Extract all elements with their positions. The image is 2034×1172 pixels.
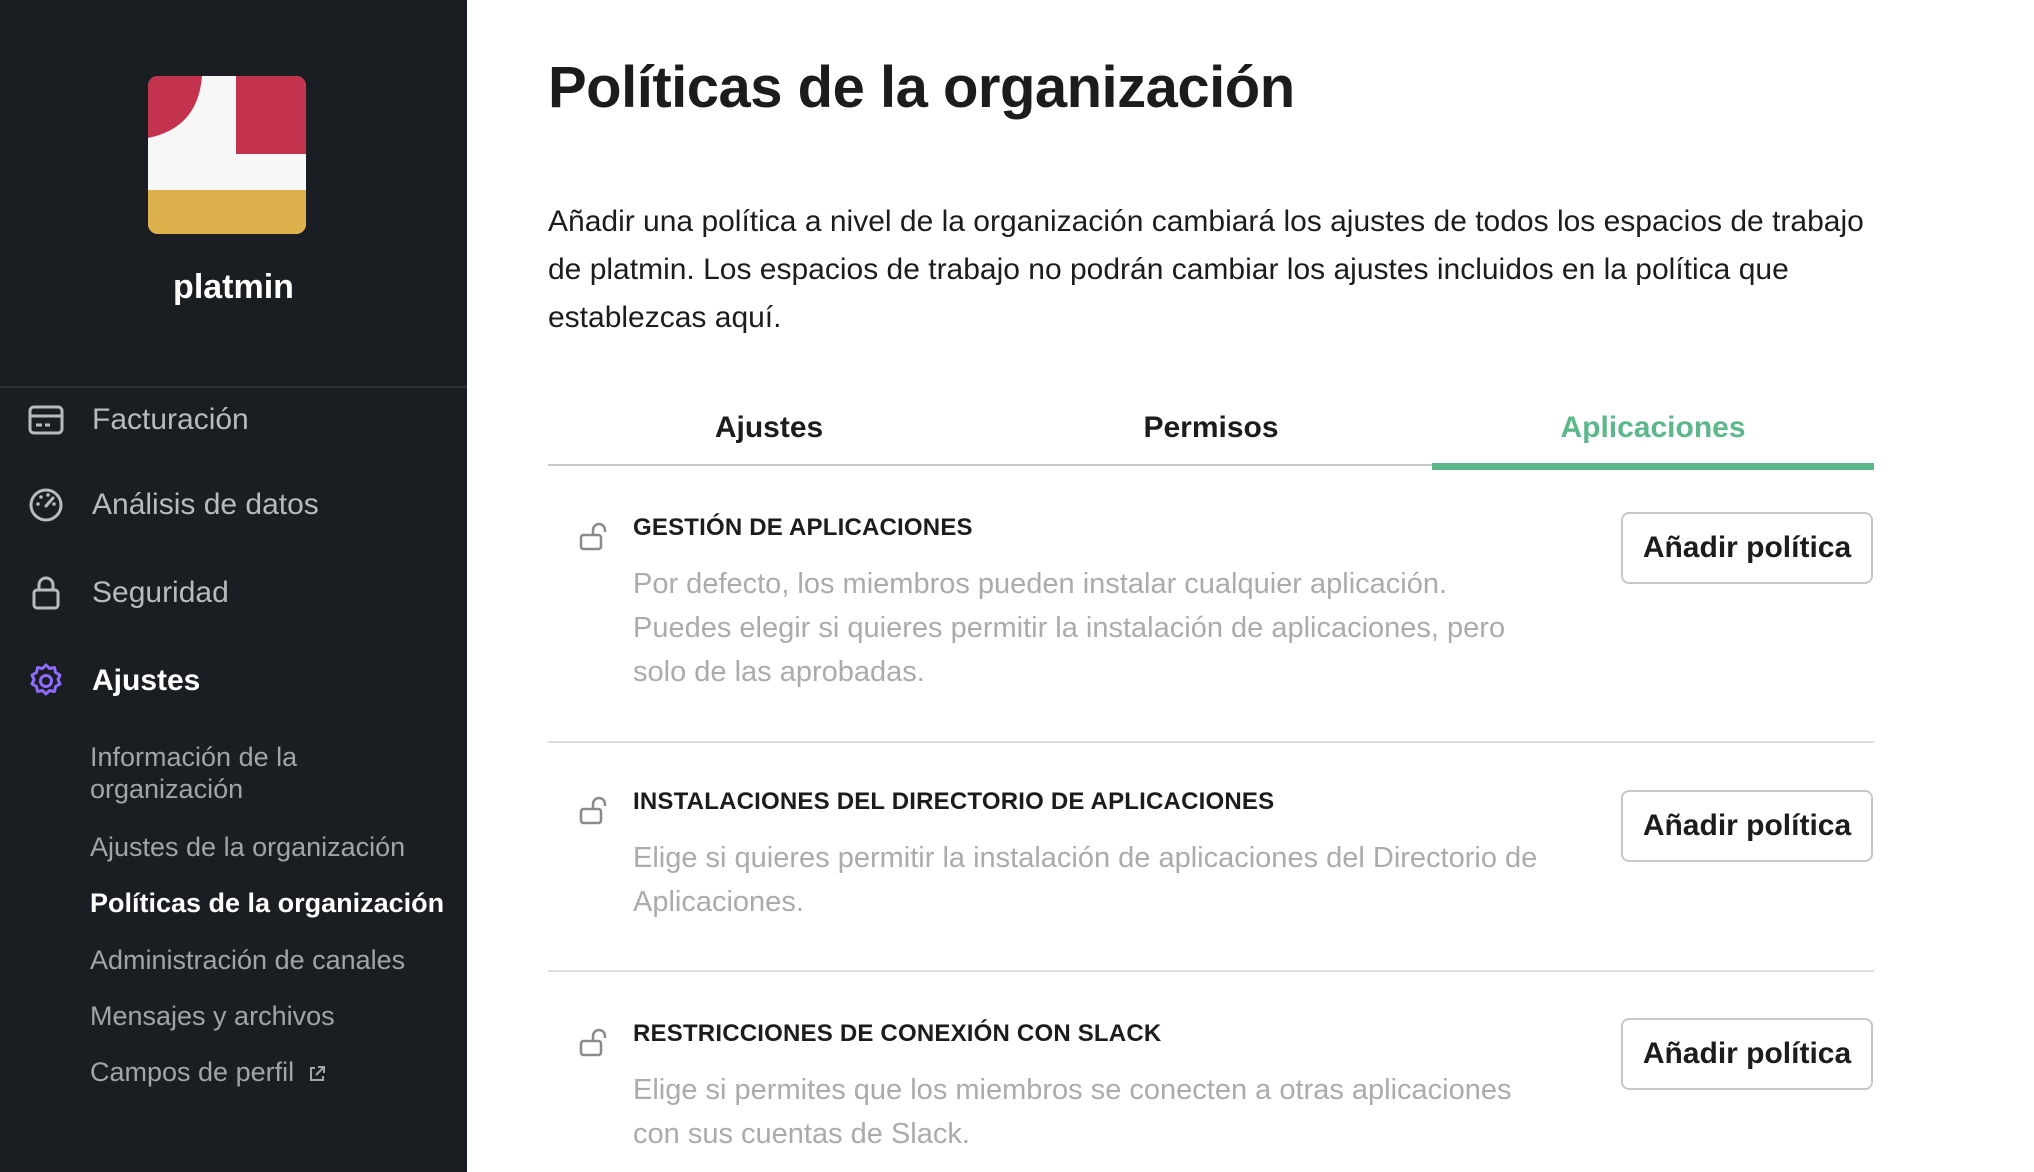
policy-row-slack-connection: RESTRICCIONES DE CONEXIÓN CON SLACK Elig… — [548, 1018, 1874, 1160]
subnav-profile-fields[interactable]: Campos de perfil — [90, 1056, 450, 1090]
policy-title: RESTRICCIONES DE CONEXIÓN CON SLACK — [633, 1020, 1162, 1047]
page-description: Añadir una política a nivel de la organi… — [548, 205, 1864, 334]
page-title: Políticas de la organización — [548, 55, 1295, 120]
subnav-profile-fields-label: Campos de perfil — [90, 1057, 295, 1087]
sidebar-item-analytics[interactable]: Análisis de datos — [0, 475, 467, 535]
sidebar-item-label: Ajustes — [92, 664, 201, 697]
org-logo-icon — [148, 76, 306, 234]
subnav-messages-files[interactable]: Mensajes y archivos — [90, 1000, 450, 1032]
sidebar-item-label: Análisis de datos — [92, 488, 319, 521]
dashboard-gauge-icon — [26, 485, 66, 525]
policy-title: GESTIÓN DE APLICACIONES — [633, 514, 973, 541]
lock-icon — [26, 573, 66, 613]
add-policy-button[interactable]: Añadir política — [1621, 1018, 1873, 1090]
subnav-org-policies[interactable]: Políticas de la organización — [90, 887, 450, 919]
policy-description: Por defecto, los miembros pueden instala… — [633, 568, 1506, 688]
sidebar-item-security[interactable]: Seguridad — [0, 563, 467, 623]
policy-description: Elige si permites que los miembros se co… — [633, 1074, 1512, 1150]
credit-card-icon — [26, 400, 66, 440]
sidebar-divider — [0, 386, 467, 388]
row-divider — [548, 741, 1874, 743]
tab-apps[interactable]: Aplicaciones — [1432, 390, 1874, 470]
external-link-icon — [308, 1058, 326, 1090]
unlocked-padlock-icon — [578, 520, 610, 552]
subnav-org-settings[interactable]: Ajustes de la organización — [90, 831, 450, 863]
sidebar-item-label: Facturación — [92, 403, 249, 436]
add-policy-button[interactable]: Añadir política — [1621, 790, 1873, 862]
tab-permissions[interactable]: Permisos — [990, 390, 1432, 466]
policy-row-app-management: GESTIÓN DE APLICACIONES Por defecto, los… — [548, 512, 1874, 734]
unlocked-padlock-icon — [578, 794, 610, 826]
policy-tabs: Ajustes Permisos Aplicaciones — [548, 390, 1874, 470]
gear-icon — [26, 661, 66, 701]
policy-row-app-directory: INSTALACIONES DEL DIRECTORIO DE APLICACI… — [548, 788, 1874, 928]
subnav-org-info[interactable]: Información de la organización — [90, 741, 450, 805]
add-policy-button[interactable]: Añadir política — [1621, 512, 1873, 584]
main-content: Políticas de la organización Añadir una … — [467, 0, 2034, 1172]
sidebar-item-settings[interactable]: Ajustes — [0, 651, 467, 711]
sidebar-item-billing[interactable]: Facturación — [0, 390, 467, 450]
unlocked-padlock-icon — [578, 1026, 610, 1058]
subnav-channel-management[interactable]: Administración de canales — [90, 944, 450, 976]
sidebar: platmin Facturación Análisis de datos Se… — [0, 0, 467, 1172]
org-name: platmin — [173, 268, 294, 306]
policy-description: Elige si quieres permitir la instalación… — [633, 842, 1538, 918]
sidebar-item-label: Seguridad — [92, 576, 229, 609]
tab-settings[interactable]: Ajustes — [548, 390, 990, 466]
org-logo[interactable] — [148, 76, 306, 234]
policy-title: INSTALACIONES DEL DIRECTORIO DE APLICACI… — [633, 788, 1275, 815]
row-divider — [548, 970, 1874, 972]
